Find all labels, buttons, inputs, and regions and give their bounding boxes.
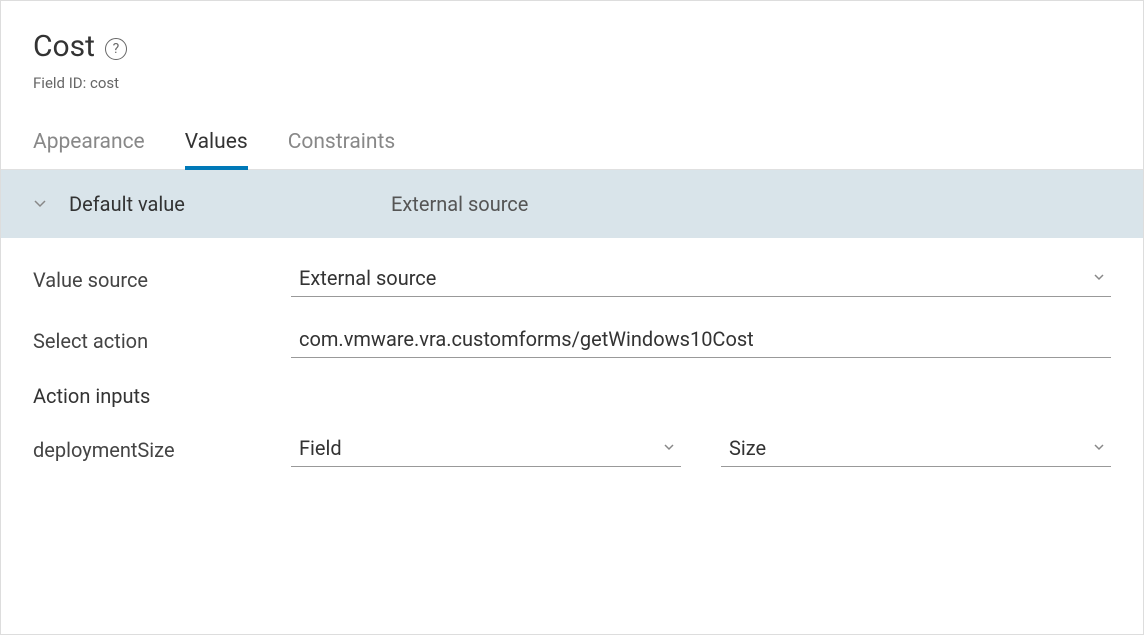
chevron-down-icon: [1093, 441, 1105, 457]
tab-values[interactable]: Values: [185, 130, 248, 170]
help-icon[interactable]: ?: [105, 38, 127, 60]
select-value-source[interactable]: External source: [291, 262, 1111, 297]
controls-deployment-size: Field Size: [291, 432, 1111, 467]
section-value: External source: [391, 192, 528, 216]
input-select-action[interactable]: [291, 323, 1111, 358]
section-label: Default value: [69, 192, 369, 216]
chevron-down-icon: [663, 441, 675, 457]
label-select-action: Select action: [33, 329, 291, 353]
label-deployment-size: deploymentSize: [33, 438, 291, 462]
chevron-down-icon[interactable]: [33, 195, 47, 214]
properties-panel: Cost ? Field ID: cost Appearance Values …: [0, 0, 1144, 635]
select-deployment-size-type[interactable]: Field: [291, 432, 681, 467]
row-deployment-size: deploymentSize Field Size: [33, 432, 1111, 467]
select-value-source-text: External source: [299, 266, 436, 290]
field-id-label: Field ID:: [33, 74, 86, 92]
tab-constraints[interactable]: Constraints: [288, 130, 396, 170]
panel-header: Cost ? Field ID: cost: [1, 1, 1143, 102]
page-title: Cost: [33, 29, 95, 64]
select-deployment-size-value-text: Size: [729, 436, 766, 460]
tab-appearance[interactable]: Appearance: [33, 130, 145, 170]
chevron-down-icon: [1093, 271, 1105, 287]
title-row: Cost ?: [33, 29, 1111, 64]
control-select-action: [291, 323, 1111, 358]
row-select-action: Select action: [33, 323, 1111, 358]
select-deployment-size-type-text: Field: [299, 436, 342, 460]
form-body: Value source External source Select acti…: [1, 238, 1143, 517]
label-action-inputs: Action inputs: [33, 384, 1111, 408]
field-id-value: cost: [90, 74, 119, 92]
select-deployment-size-value[interactable]: Size: [721, 432, 1111, 467]
row-value-source: Value source External source: [33, 262, 1111, 297]
field-id: Field ID: cost: [33, 74, 1111, 92]
tabs: Appearance Values Constraints: [1, 102, 1143, 170]
label-value-source: Value source: [33, 268, 291, 292]
section-header-default-value[interactable]: Default value External source: [1, 170, 1143, 238]
control-value-source: External source: [291, 262, 1111, 297]
